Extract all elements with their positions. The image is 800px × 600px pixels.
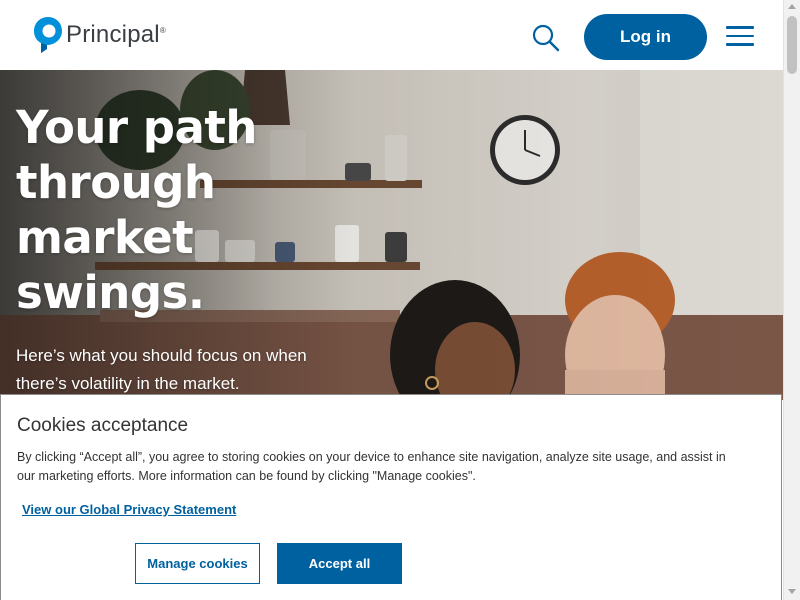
login-button[interactable]: Log in: [584, 14, 707, 60]
principal-logo[interactable]: Principal®: [33, 16, 166, 54]
accept-all-button[interactable]: Accept all: [277, 543, 402, 584]
site-header: Principal® Log in: [0, 0, 783, 70]
cookie-banner: Cookies acceptance By clicking “Accept a…: [0, 394, 782, 600]
scrollbar-thumb[interactable]: [787, 16, 797, 74]
search-button[interactable]: [530, 22, 562, 54]
cookie-description: By clicking “Accept all”, you agree to s…: [17, 450, 726, 483]
manage-cookies-button[interactable]: Manage cookies: [135, 543, 260, 584]
privacy-statement-link[interactable]: View our Global Privacy Statement: [22, 502, 236, 517]
logo-text: Principal®: [66, 21, 166, 48]
hero-title: Your path through market swings.: [16, 101, 257, 319]
scroll-down-arrow-icon[interactable]: [788, 589, 796, 594]
hero-subtitle: Here’s what you should focus on when the…: [16, 346, 307, 393]
cookie-title: Cookies acceptance: [17, 415, 189, 436]
search-icon: [532, 24, 560, 52]
hamburger-menu-icon[interactable]: [726, 26, 754, 48]
scroll-up-arrow-icon[interactable]: [788, 4, 796, 9]
vertical-scrollbar[interactable]: [783, 0, 800, 600]
hero-banner: Your path through market swings. Here’s …: [0, 70, 783, 400]
principal-logo-icon: [34, 17, 62, 53]
